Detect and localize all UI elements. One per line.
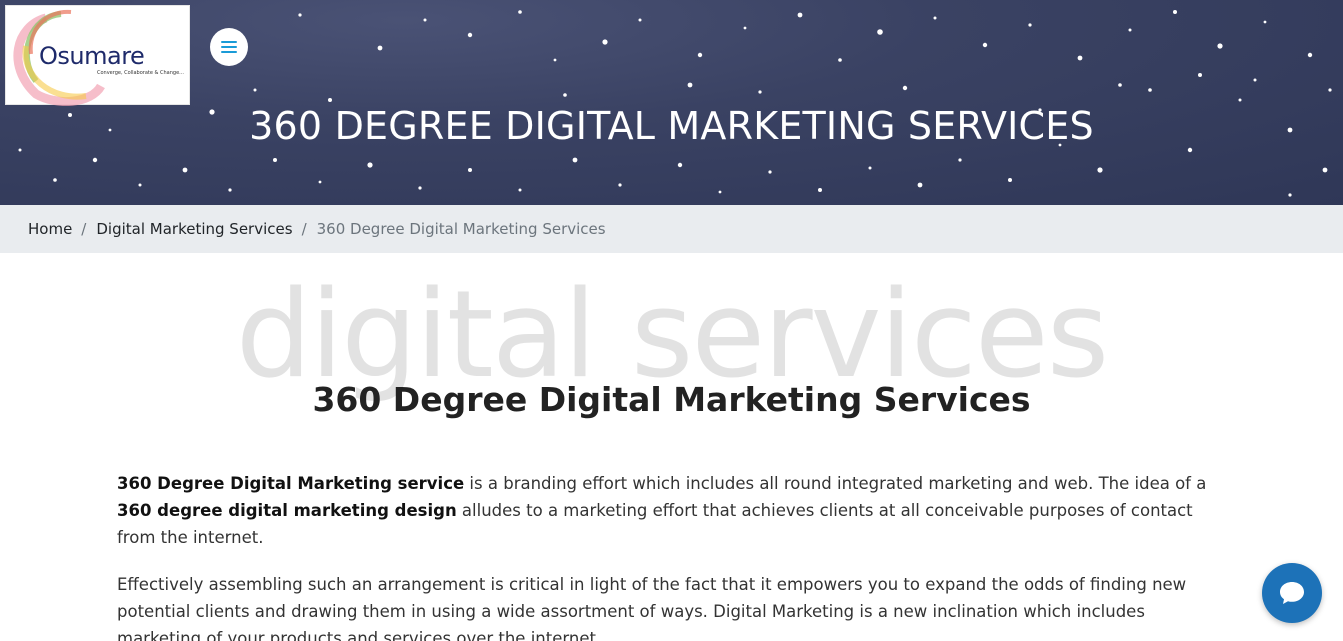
breadcrumb-separator: / — [81, 220, 87, 238]
site-logo[interactable]: Osumare Converge, Collaborate & Change..… — [5, 5, 190, 106]
hero-banner: 360 DEGREE DIGITAL MARKETING SERVICES — [0, 0, 1343, 205]
breadcrumb-link-digital-marketing[interactable]: Digital Marketing Services — [96, 220, 292, 238]
page-banner-title: 360 DEGREE DIGITAL MARKETING SERVICES — [249, 104, 1094, 148]
paragraph-second: Effectively assembling such an arrangeme… — [117, 575, 1187, 641]
breadcrumb-separator: / — [301, 220, 307, 238]
breadcrumb: Home / Digital Marketing Services / 360 … — [0, 205, 1343, 253]
bold-phrase: 360 Degree Digital Marketing service — [117, 474, 465, 493]
hamburger-menu-icon — [221, 41, 237, 53]
menu-toggle-button[interactable] — [210, 28, 248, 66]
logo-wordmark: Osumare — [39, 42, 145, 70]
breadcrumb-link-home[interactable]: Home — [28, 220, 72, 238]
paragraph-text: is a branding effort which includes all … — [464, 474, 1207, 493]
chat-widget-button[interactable] — [1262, 563, 1322, 623]
starfield-background — [18, 10, 1332, 197]
section-title: 360 Degree Digital Marketing Services — [312, 380, 1031, 419]
article-body: 360 Degree Digital Marketing service is … — [117, 470, 1217, 641]
breadcrumb-current: 360 Degree Digital Marketing Services — [316, 220, 606, 238]
paragraph-intro: 360 Degree Digital Marketing service is … — [117, 470, 1217, 551]
logo-tagline: Converge, Collaborate & Change... — [97, 70, 184, 76]
chat-bubble-icon — [1280, 582, 1304, 604]
bold-phrase: 360 degree digital marketing design — [117, 501, 457, 520]
